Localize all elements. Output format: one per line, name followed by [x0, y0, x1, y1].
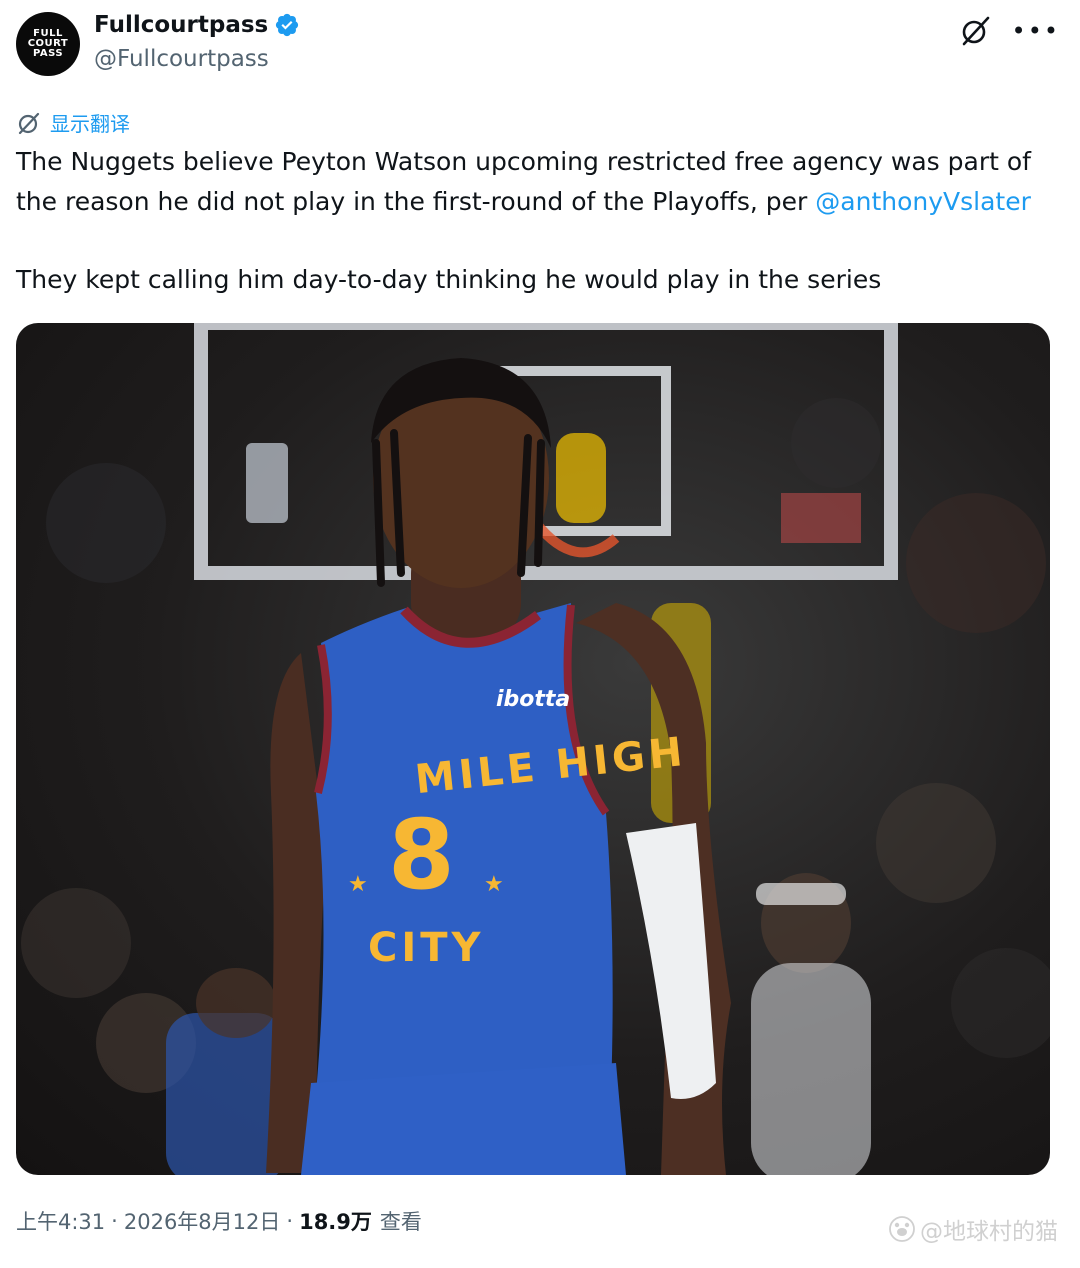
show-translation-button[interactable]: 显示翻译: [16, 108, 130, 137]
tweet-card: FULL COURT PASS Fullcourtpass @Fullcourt…: [0, 0, 1080, 1268]
views-count: 18.9万: [299, 1210, 372, 1234]
avatar-text-3: PASS: [32, 48, 64, 59]
display-name[interactable]: Fullcourtpass: [94, 12, 268, 38]
author-name-row[interactable]: Fullcourtpass: [94, 12, 300, 38]
mention-link[interactable]: @anthonyVslater: [815, 187, 1031, 216]
svg-text:★: ★: [484, 872, 504, 897]
jersey-text-bottom: CITY: [368, 925, 485, 971]
tweet-date[interactable]: 2026年8月12日: [124, 1206, 281, 1236]
separator-dot: ·: [286, 1209, 294, 1233]
author-handle[interactable]: @Fullcourtpass: [94, 46, 269, 72]
flag-blur: [781, 493, 861, 543]
grok-icon[interactable]: [958, 14, 992, 48]
tweet-actions-top: •••: [958, 14, 1060, 48]
views-label: 查看: [379, 1210, 422, 1234]
tweet-photo[interactable]: ibotta MILE HIGH 8 CITY ★ ★: [16, 323, 1050, 1175]
translate-icon: [18, 112, 40, 134]
watermark: @地球村的猫: [888, 1212, 1058, 1246]
tweet-meta: 上午4:31 · 2026年8月12日 · 18.9万 查看: [16, 1206, 422, 1236]
tweet-paragraph-1: The Nuggets believe Peyton Watson upcomi…: [16, 142, 1066, 222]
show-translation-label: 显示翻译: [50, 112, 130, 136]
jersey-number: 8: [388, 799, 455, 911]
separator-dot: ·: [111, 1209, 118, 1233]
tweet-time[interactable]: 上午4:31: [16, 1206, 105, 1236]
nba-logo-blur: [246, 443, 288, 523]
tweet-paragraph-2: They kept calling him day-to-day thinkin…: [16, 265, 882, 294]
verified-badge-icon: [276, 13, 299, 37]
svg-text:★: ★: [348, 872, 368, 897]
player-photo-illustration: ibotta MILE HIGH 8 CITY ★ ★: [21, 323, 1050, 1175]
more-icon[interactable]: •••: [1012, 14, 1060, 48]
tweet-text: The Nuggets believe Peyton Watson upcomi…: [16, 142, 1066, 300]
watermark-text: @地球村的猫: [920, 1219, 1058, 1245]
jersey-sponsor: ibotta: [496, 687, 570, 712]
avatar[interactable]: FULL COURT PASS: [16, 12, 80, 76]
watermark-paw-icon: [889, 1216, 915, 1242]
